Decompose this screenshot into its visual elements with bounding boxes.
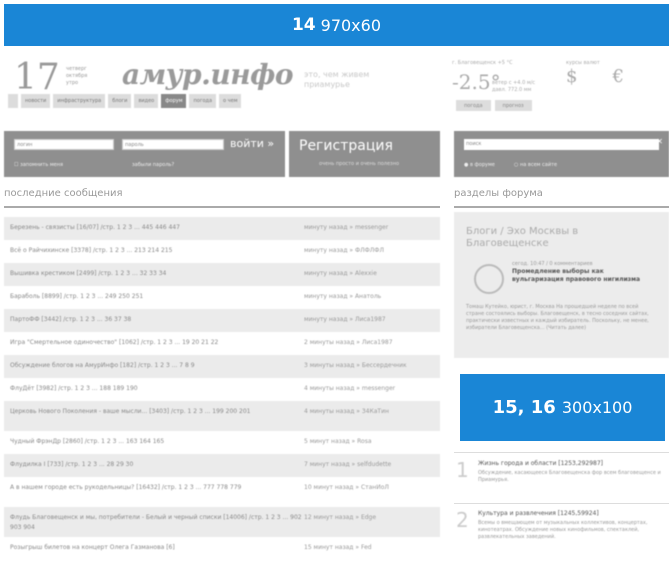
banner-size: 970x60	[320, 15, 382, 35]
register-panel[interactable]: Регистрация очень просто и очень полезно	[289, 131, 440, 177]
list-item[interactable]: Вышивка крестиком [2499] /стр. 1 2 3 ...…	[4, 263, 440, 286]
forum-section-item[interactable]: 1 Жизнь города и области [1253,292987] О…	[454, 458, 669, 502]
featured-heading[interactable]: Блоги / Эхо Москвы в Благовещенске	[466, 226, 616, 250]
forum-sections-title: разделы форума	[454, 188, 543, 199]
featured-article[interactable]: сегод. 10:47 / 0 комментариев Промедлени…	[512, 260, 642, 284]
search-scope-site[interactable]: ○ на всем сайте	[514, 162, 557, 168]
top-ad-banner[interactable]: 14 970x60	[4, 4, 669, 46]
search-scope-forum[interactable]: ● в форуме	[464, 162, 495, 168]
list-item[interactable]: ФлуДёт [3982] /стр. 1 2 3 ... 188 189 19…	[4, 378, 440, 401]
list-item[interactable]: Флудилка I [733] /стр. 1 2 3 ... 28 29 3…	[4, 454, 440, 477]
register-title: Регистрация	[299, 138, 393, 154]
divider	[454, 503, 669, 504]
nav-forum[interactable]: форум	[161, 94, 187, 108]
page: 14 970x60 17 четверг октября утро амур.и…	[0, 0, 669, 566]
nav-news[interactable]: новости	[21, 94, 51, 108]
list-item[interactable]: Березень - связисты [16/07] /стр. 1 2 3 …	[4, 217, 440, 240]
search-input[interactable]: поиск	[464, 139, 659, 150]
weather-buttons: погода прогноз	[456, 100, 532, 111]
login-input[interactable]: логин	[14, 139, 114, 150]
slogan: это, чем живем приамурье	[304, 70, 370, 89]
forum-section-item[interactable]: 2 Культура и развлечения [1245,59924] Вс…	[454, 508, 669, 564]
register-subtitle: очень просто и очень полезно	[319, 161, 400, 167]
search-icon[interactable]: ✕	[656, 137, 663, 146]
list-item[interactable]: Бараболь [8899] /стр. 1 2 3 ... 249 250 …	[4, 286, 440, 309]
forum-featured-box[interactable]: Блоги / Эхо Москвы в Благовещенске сегод…	[454, 212, 669, 358]
banner-size: 300x100	[561, 398, 633, 417]
messages-list: Березень - связисты [16/07] /стр. 1 2 3 …	[4, 217, 440, 559]
divider	[4, 206, 440, 208]
list-item[interactable]: Флудь Благовещенск и мы, потребители - Б…	[4, 507, 440, 537]
date-words: четверг октября утро	[66, 66, 88, 86]
list-item[interactable]: Всё о Райчихинске [3378] /стр. 1 2 3 ...…	[4, 240, 440, 263]
password-input[interactable]: пароль	[122, 139, 224, 150]
remember-checkbox[interactable]: ☐ запомнить меня	[14, 162, 63, 168]
site-logo[interactable]: амур.инфо	[122, 58, 294, 91]
nav-blogs[interactable]: блоги	[108, 94, 132, 108]
currency-widget[interactable]: курсы валют $ €	[566, 60, 669, 115]
dollar-icon: $	[566, 66, 578, 87]
nav-video[interactable]: видео	[134, 94, 159, 108]
euro-icon: €	[612, 66, 624, 87]
list-item[interactable]: Обсуждение блогов на АмурИнфо [182] /стр…	[4, 355, 440, 378]
forecast-button[interactable]: прогноз	[494, 100, 532, 111]
divider	[454, 206, 669, 208]
divider	[454, 452, 669, 453]
weather-button[interactable]: погода	[456, 100, 491, 111]
list-item[interactable]: Чудный ФрэнДр [2860] /стр. 1 2 3 ... 163…	[4, 431, 440, 454]
side-ad-banner[interactable]: 15, 16 300x100	[460, 374, 665, 441]
forgot-password-link[interactable]: забыли пароль?	[132, 162, 174, 168]
banner-number: 15, 16	[492, 397, 556, 418]
featured-image-icon	[474, 264, 504, 294]
list-item[interactable]: Розыгрыш билетов на концерт Олега Газман…	[4, 537, 440, 559]
list-item[interactable]: ПартоФФ [3442] /стр. 1 2 3 ... 36 37 38 м…	[4, 309, 440, 332]
login-button[interactable]: войти »	[230, 137, 274, 150]
banner-number: 14	[291, 15, 316, 35]
search-panel: поиск ✕ ● в форуме ○ на всем сайте	[454, 131, 669, 177]
nav-infrastructure[interactable]: инфраструктура	[53, 94, 106, 108]
latest-messages-title: последние сообщения	[4, 188, 123, 199]
main-nav: новости инфраструктура блоги видео форум…	[8, 94, 444, 108]
date-number: 17	[14, 57, 60, 98]
featured-body: Томаш Кутейко, юрист, г. Москва На проше…	[466, 304, 649, 331]
list-item[interactable]: Церковь Нового Поколения - ваше мысли...…	[4, 401, 440, 431]
list-item[interactable]: А в нашем городе есть рукодельницы? [164…	[4, 477, 440, 507]
list-item[interactable]: Игра "Смертельное одиночество" [1062] /с…	[4, 332, 440, 355]
nav-home[interactable]	[8, 94, 18, 108]
login-panel: логин пароль войти » ☐ запомнить меня за…	[4, 131, 285, 177]
nav-weather[interactable]: погода	[189, 94, 217, 108]
nav-about[interactable]: о чем	[219, 94, 242, 108]
